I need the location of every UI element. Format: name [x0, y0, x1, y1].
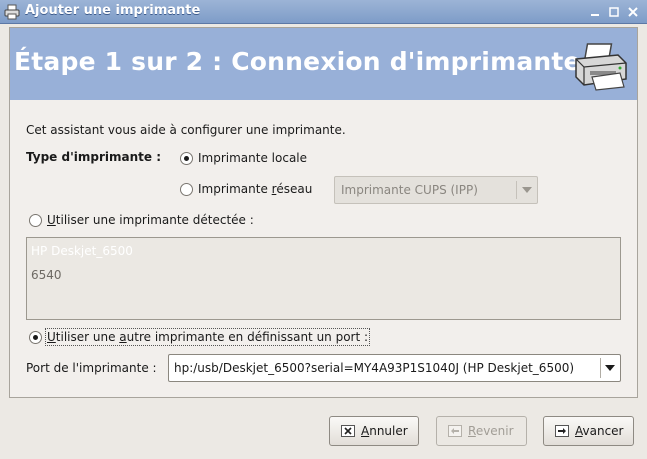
detected-label-part: tiliser une imprimante détectée : [55, 213, 254, 227]
list-item: 6540 [31, 268, 62, 282]
combo-separator [600, 358, 601, 378]
forward-arrow-icon [555, 425, 569, 437]
network-protocol-select: Imprimante CUPS (IPP) [334, 176, 538, 204]
network-label-part: éseau [276, 182, 313, 196]
network-printer-radio[interactable] [180, 183, 193, 196]
detected-printer-label[interactable]: Utiliser une imprimante détectée : [47, 213, 254, 227]
other-label-mnemonic: a [119, 330, 127, 344]
minimize-icon[interactable] [587, 4, 603, 20]
back-arrow-icon [448, 425, 462, 437]
cancel-label-part: nnuler [369, 424, 408, 438]
next-mnemonic: A [575, 424, 583, 438]
other-label-part: tiliser une [55, 330, 120, 344]
maximize-icon[interactable] [606, 4, 622, 20]
intro-text: Cet assistant vous aide à configurer une… [26, 123, 346, 137]
network-protocol-value: Imprimante CUPS (IPP) [341, 183, 478, 197]
window-title: Ajouter une imprimante [25, 3, 201, 18]
port-value: hp:/usb/Deskjet_6500?serial=MY4A93P1S104… [174, 361, 575, 375]
chevron-down-icon [522, 187, 532, 193]
printer-icon [575, 43, 627, 91]
back-label-part: evenir [475, 424, 514, 438]
other-printer-radio[interactable] [29, 331, 42, 344]
detected-printers-list: HP Deskjet_6500 6540 [26, 237, 621, 320]
next-button[interactable]: Avancer [543, 416, 634, 446]
cancel-icon [341, 425, 355, 437]
cancel-mnemonic: A [361, 424, 370, 438]
list-item: HP Deskjet_6500 [31, 244, 133, 258]
window-titlebar: Ajouter une imprimante [0, 0, 647, 24]
detected-printer-radio[interactable] [29, 214, 42, 227]
back-button[interactable]: Revenir [436, 416, 527, 446]
cancel-button[interactable]: Annuler [329, 416, 419, 446]
other-label-mnemonic: U [47, 330, 56, 344]
next-label-part: vancer [582, 424, 624, 438]
network-printer-label[interactable]: Imprimante réseau [198, 182, 312, 196]
back-mnemonic: R [468, 424, 476, 438]
next-label: Avancer [575, 424, 624, 438]
page-title: Étape 1 sur 2 : Connexion d'imprimante [14, 47, 581, 76]
chevron-down-icon[interactable] [605, 365, 615, 371]
other-printer-label[interactable]: Utiliser une autre imprimante en définis… [44, 328, 371, 346]
local-printer-radio[interactable] [180, 152, 193, 165]
printer-icon [4, 4, 20, 20]
printer-type-label: Type d'imprimante : [26, 150, 161, 164]
other-label-part: utre imprimante en définissant un port : [126, 330, 369, 344]
port-label: Port de l'imprimante : [26, 361, 157, 375]
step-banner: Étape 1 sur 2 : Connexion d'imprimante [10, 28, 637, 100]
back-label: Revenir [468, 424, 514, 438]
network-label-part: Imprimante [198, 182, 272, 196]
combo-separator [516, 181, 517, 199]
port-select[interactable]: hp:/usb/Deskjet_6500?serial=MY4A93P1S104… [168, 354, 621, 382]
cancel-label: Annuler [361, 424, 408, 438]
close-icon[interactable] [625, 4, 641, 20]
local-printer-label[interactable]: Imprimante locale [198, 151, 307, 165]
detected-label-mnemonic: U [47, 213, 56, 227]
